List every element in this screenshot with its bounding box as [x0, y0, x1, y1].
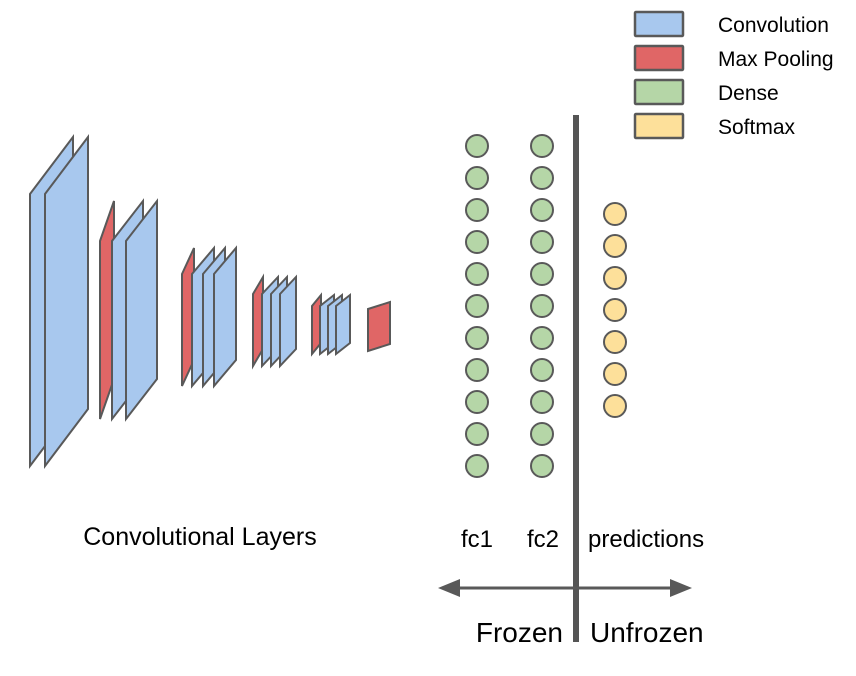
- frozen-unfrozen-arrow: [438, 579, 692, 597]
- neuron-fc2: [530, 230, 554, 254]
- neuron-predictions: [603, 234, 627, 258]
- neuron-fc1: [465, 262, 489, 286]
- neuron-fc1: [465, 326, 489, 350]
- neuron-predictions: [603, 202, 627, 226]
- slab-convolution: [279, 274, 297, 369]
- fc2-label: fc2: [527, 526, 559, 553]
- legend-label-max-pooling: Max Pooling: [718, 48, 834, 71]
- legend: Convolution Max Pooling Dense Softmax: [633, 10, 834, 140]
- legend-swatch-max-pooling: [633, 44, 685, 72]
- predictions-label: predictions: [588, 526, 704, 553]
- slab-max-pooling: [367, 300, 391, 353]
- frozen-label: Frozen: [476, 617, 563, 648]
- slab-convolution: [335, 292, 351, 357]
- neuron-predictions: [603, 330, 627, 354]
- neuron-fc2: [530, 422, 554, 446]
- neuron-fc1: [465, 358, 489, 382]
- convolutional-layer-stack: [29, 134, 391, 469]
- legend-swatch-convolution: [633, 10, 685, 38]
- legend-label-dense: Dense: [718, 82, 779, 105]
- neuron-predictions: [603, 266, 627, 290]
- fc1-label: fc1: [461, 526, 493, 553]
- neuron-fc2: [530, 198, 554, 222]
- neuron-fc1: [465, 166, 489, 190]
- neuron-predictions: [603, 394, 627, 418]
- neuron-fc1: [465, 294, 489, 318]
- unfrozen-label: Unfrozen: [590, 617, 704, 648]
- diagram-canvas: Convolution Max Pooling Dense Softmax Convo…: [29, 10, 834, 648]
- neuron-fc2: [530, 294, 554, 318]
- neuron-fc2: [530, 358, 554, 382]
- arrow-head-right-icon: [670, 579, 692, 597]
- cnn-architecture-diagram: Convolution Max Pooling Dense Softmax Convo…: [0, 0, 856, 676]
- neuron-fc2: [530, 134, 554, 158]
- neuron-fc1: [465, 230, 489, 254]
- neuron-fc2: [530, 390, 554, 414]
- neuron-fc2: [530, 326, 554, 350]
- neuron-column-fc1: [465, 134, 489, 478]
- legend-swatch-softmax: [633, 112, 685, 140]
- neuron-fc2: [530, 166, 554, 190]
- neuron-fc1: [465, 198, 489, 222]
- dense-layer-columns: [465, 134, 627, 478]
- arrow-head-left-icon: [438, 579, 460, 597]
- convolutional-layers-label: Convolutional Layers: [83, 523, 316, 551]
- neuron-fc2: [530, 454, 554, 478]
- neuron-fc1: [465, 422, 489, 446]
- slab-convolution: [213, 245, 237, 389]
- neuron-fc1: [465, 454, 489, 478]
- neuron-column-fc2: [530, 134, 554, 478]
- legend-swatch-dense: [633, 78, 685, 106]
- neuron-column-predictions: [603, 202, 627, 418]
- neuron-fc2: [530, 262, 554, 286]
- neuron-fc1: [465, 390, 489, 414]
- legend-label-softmax: Softmax: [718, 116, 796, 139]
- neuron-fc1: [465, 134, 489, 158]
- legend-label-convolution: Convolution: [718, 14, 829, 37]
- neuron-predictions: [603, 362, 627, 386]
- slab-convolution: [44, 134, 89, 469]
- neuron-predictions: [603, 298, 627, 322]
- slab-convolution: [125, 198, 158, 422]
